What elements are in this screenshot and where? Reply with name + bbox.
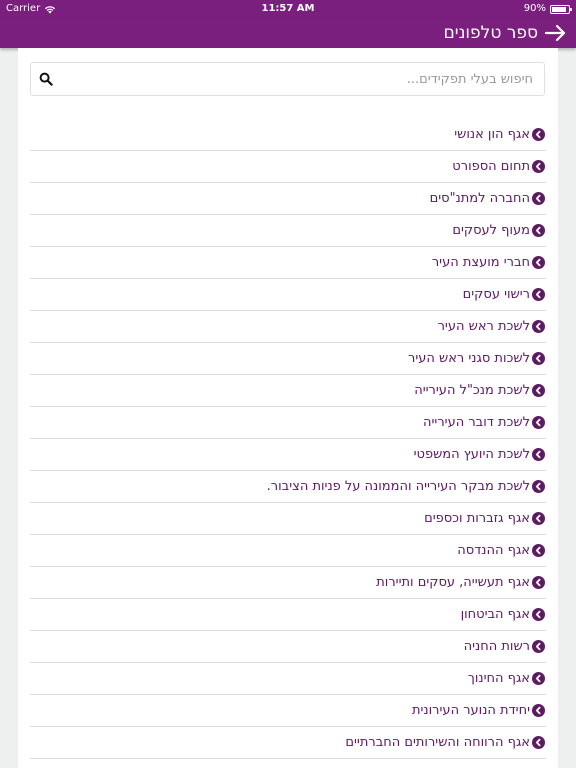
list-item[interactable]: לשכת מנכ"ל העירייה: [30, 375, 546, 407]
chevron-circle-left-icon: [532, 544, 545, 557]
search-box: [30, 62, 545, 96]
list-item-label: אגף ההנדסה: [457, 543, 530, 558]
search-input[interactable]: [63, 63, 533, 95]
battery-level: [552, 6, 566, 12]
battery-icon: [550, 4, 572, 14]
chevron-circle-left-icon: [532, 352, 545, 365]
chevron-circle-left-icon: [532, 576, 545, 589]
list-item[interactable]: לשכת היועץ המשפטי: [30, 439, 546, 471]
list-item-label: אגף תעשייה, עסקים ותיירות: [376, 575, 530, 590]
list-item-label: לשכת מבקר העירייה והממונה על פניות הציבו…: [266, 479, 530, 494]
chevron-circle-left-icon: [532, 640, 545, 653]
chevron-circle-left-icon: [532, 288, 545, 301]
nav-bar: ספר טלפונים: [0, 18, 576, 48]
list-item[interactable]: אגף הביטחון: [30, 599, 546, 631]
list-item[interactable]: מעוף לעסקים: [30, 215, 546, 247]
list-item[interactable]: אגף גזברות וכספים: [30, 503, 546, 535]
list-item-label: לשכת ראש העיר: [437, 319, 530, 334]
chevron-circle-left-icon: [532, 320, 545, 333]
chevron-circle-left-icon: [532, 704, 545, 717]
battery-percent: 90%: [523, 3, 546, 14]
list-item[interactable]: חברי מועצת העיר: [30, 247, 546, 279]
battery-cap: [570, 7, 572, 11]
chevron-circle-left-icon: [532, 192, 545, 205]
list-item-label: רשות החניה: [463, 639, 530, 654]
list-item-label: לשכות סגני ראש העיר: [408, 351, 530, 366]
list-item[interactable]: תחום הספורט: [30, 151, 546, 183]
list-item[interactable]: לשכת דובר העירייה: [30, 407, 546, 439]
chevron-circle-left-icon: [532, 256, 545, 269]
phonebook-panel: אגף הון אנושי תחום הספורט החברה למתנ"סים מע…: [18, 48, 558, 768]
list-item-label: לשכת דובר העירייה: [423, 415, 530, 430]
chevron-circle-left-icon: [532, 160, 545, 173]
app-screen: Carrier 11:57 AM 90% ספר טלפונים חיפוש ב…: [0, 0, 576, 768]
status-right: 90%: [523, 0, 572, 18]
list-item[interactable]: החברה למתנ"סים: [30, 183, 546, 215]
list-item-label: לשכת מנכ"ל העירייה: [414, 383, 530, 398]
list-item[interactable]: אגף החינוך: [30, 663, 546, 695]
chevron-circle-left-icon: [532, 224, 545, 237]
list-item[interactable]: לשכת ראש העיר: [30, 311, 546, 343]
list-item[interactable]: אגף הרווחה והשירותים החברתיים: [30, 727, 546, 759]
search-icon[interactable]: [39, 72, 53, 86]
list-item-label: יחידת הנוער העירונית: [411, 703, 530, 718]
list-item[interactable]: יחידת הנוער העירונית: [30, 695, 546, 727]
list-item-label: תחום הספורט: [452, 159, 530, 174]
list-item-label: חברי מועצת העיר: [431, 255, 530, 270]
list-item-label: אגף הביטחון: [460, 607, 530, 622]
list-item-label: החברה למתנ"סים: [429, 191, 530, 206]
list-item-label: אגף הון אנושי: [454, 127, 530, 142]
list-item[interactable]: אגף תעשייה, עסקים ותיירות: [30, 567, 546, 599]
status-bar: Carrier 11:57 AM 90%: [0, 0, 576, 18]
chevron-circle-left-icon: [532, 608, 545, 621]
chevron-circle-left-icon: [532, 480, 545, 493]
list-item[interactable]: רשות החניה: [30, 631, 546, 663]
list-item-label: אגף גזברות וכספים: [424, 511, 530, 526]
list-item[interactable]: רישוי עסקים: [30, 279, 546, 311]
chevron-circle-left-icon: [532, 512, 545, 525]
page-title: ספר טלפונים: [443, 23, 538, 43]
chevron-circle-left-icon: [532, 448, 545, 461]
list-item-label: אגף הרווחה והשירותים החברתיים: [345, 735, 530, 750]
chevron-circle-left-icon: [532, 128, 545, 141]
list-item[interactable]: אגף הון אנושי: [30, 119, 546, 151]
status-time: 11:57 AM: [261, 3, 315, 14]
chevron-circle-left-icon: [532, 672, 545, 685]
list-item[interactable]: לשכת מבקר העירייה והממונה על פניות הציבו…: [30, 471, 546, 503]
chevron-circle-left-icon: [532, 736, 545, 749]
chevron-circle-left-icon: [532, 384, 545, 397]
chevron-circle-left-icon: [532, 416, 545, 429]
department-list: אגף הון אנושי תחום הספורט החברה למתנ"סים מע…: [30, 119, 546, 759]
list-item-label: מעוף לעסקים: [452, 223, 530, 238]
list-item-label: לשכת היועץ המשפטי: [413, 447, 530, 462]
list-item[interactable]: אגף ההנדסה: [30, 535, 546, 567]
list-item[interactable]: לשכות סגני ראש העיר: [30, 343, 546, 375]
list-item-label: אגף החינוך: [467, 671, 530, 686]
arrow-right-icon[interactable]: [544, 22, 568, 44]
list-item-label: רישוי עסקים: [462, 287, 530, 302]
